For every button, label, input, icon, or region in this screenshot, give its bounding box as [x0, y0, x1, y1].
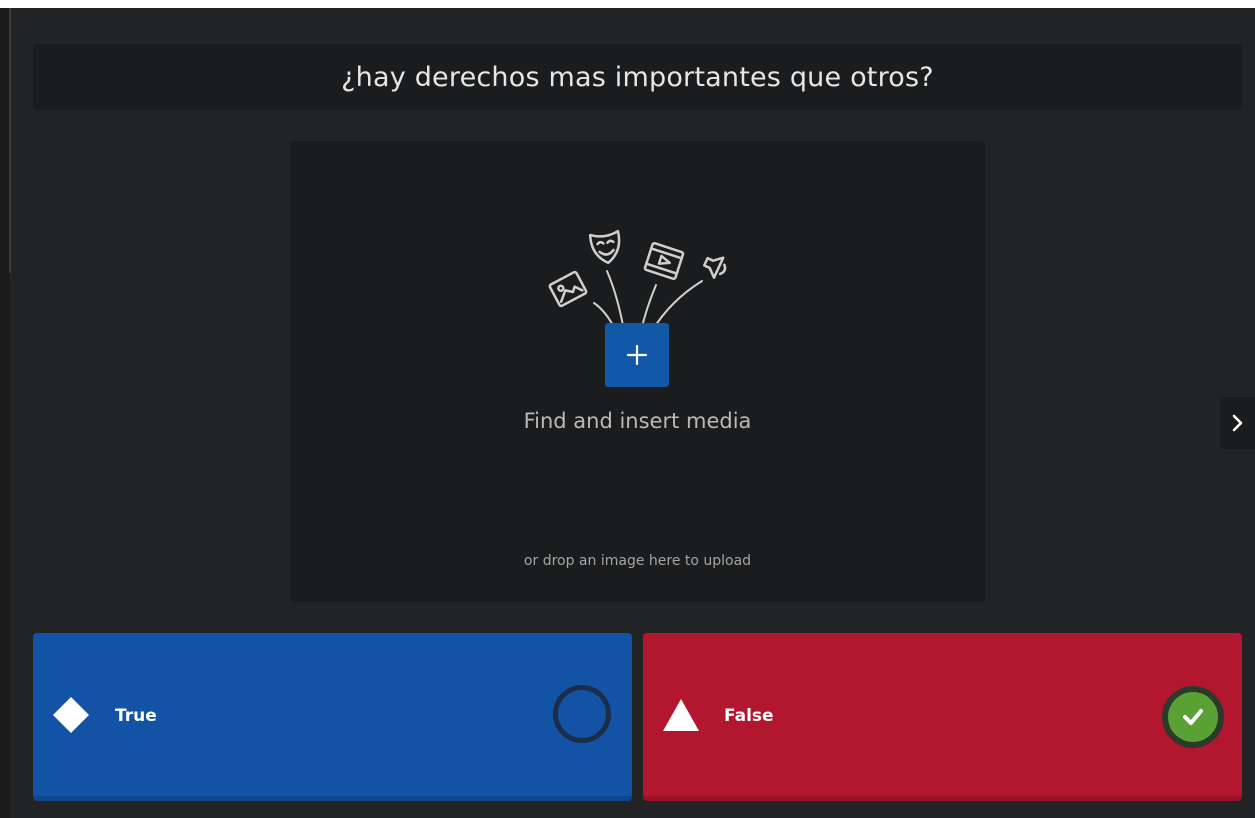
next-slide-button[interactable]: [1220, 397, 1255, 449]
chevron-right-icon: [1232, 414, 1242, 432]
add-media-button[interactable]: [605, 323, 669, 387]
top-strip: [0, 0, 1255, 8]
media-illustration: [548, 229, 727, 332]
video-icon: [643, 242, 685, 280]
image-icon: [548, 270, 588, 308]
mask-icon: [588, 229, 621, 265]
answer-true-card[interactable]: True: [33, 633, 632, 801]
question-bar[interactable]: ¿hay derechos mas importantes que otros?: [33, 44, 1242, 110]
mark-correct-toggle[interactable]: [553, 685, 611, 743]
plus-icon: [626, 344, 648, 366]
media-title: Find and insert media: [523, 409, 752, 433]
checkmark-badge: [1168, 692, 1218, 742]
correct-answer-toggle[interactable]: [1162, 686, 1224, 748]
left-edge-divider: [9, 8, 11, 273]
triangle-icon: [663, 699, 699, 731]
answer-false-card[interactable]: False: [643, 633, 1242, 801]
question-title[interactable]: ¿hay derechos mas importantes que otros?: [341, 62, 934, 93]
answer-true-label: True: [115, 706, 157, 726]
checkmark-icon: [1183, 709, 1203, 725]
sound-icon: [702, 256, 727, 279]
media-panel[interactable]: Find and insert media or drop an image h…: [290, 141, 985, 602]
media-upload-hint: or drop an image here to upload: [523, 553, 752, 569]
diamond-icon: [53, 697, 89, 733]
answer-false-label: False: [724, 706, 774, 726]
